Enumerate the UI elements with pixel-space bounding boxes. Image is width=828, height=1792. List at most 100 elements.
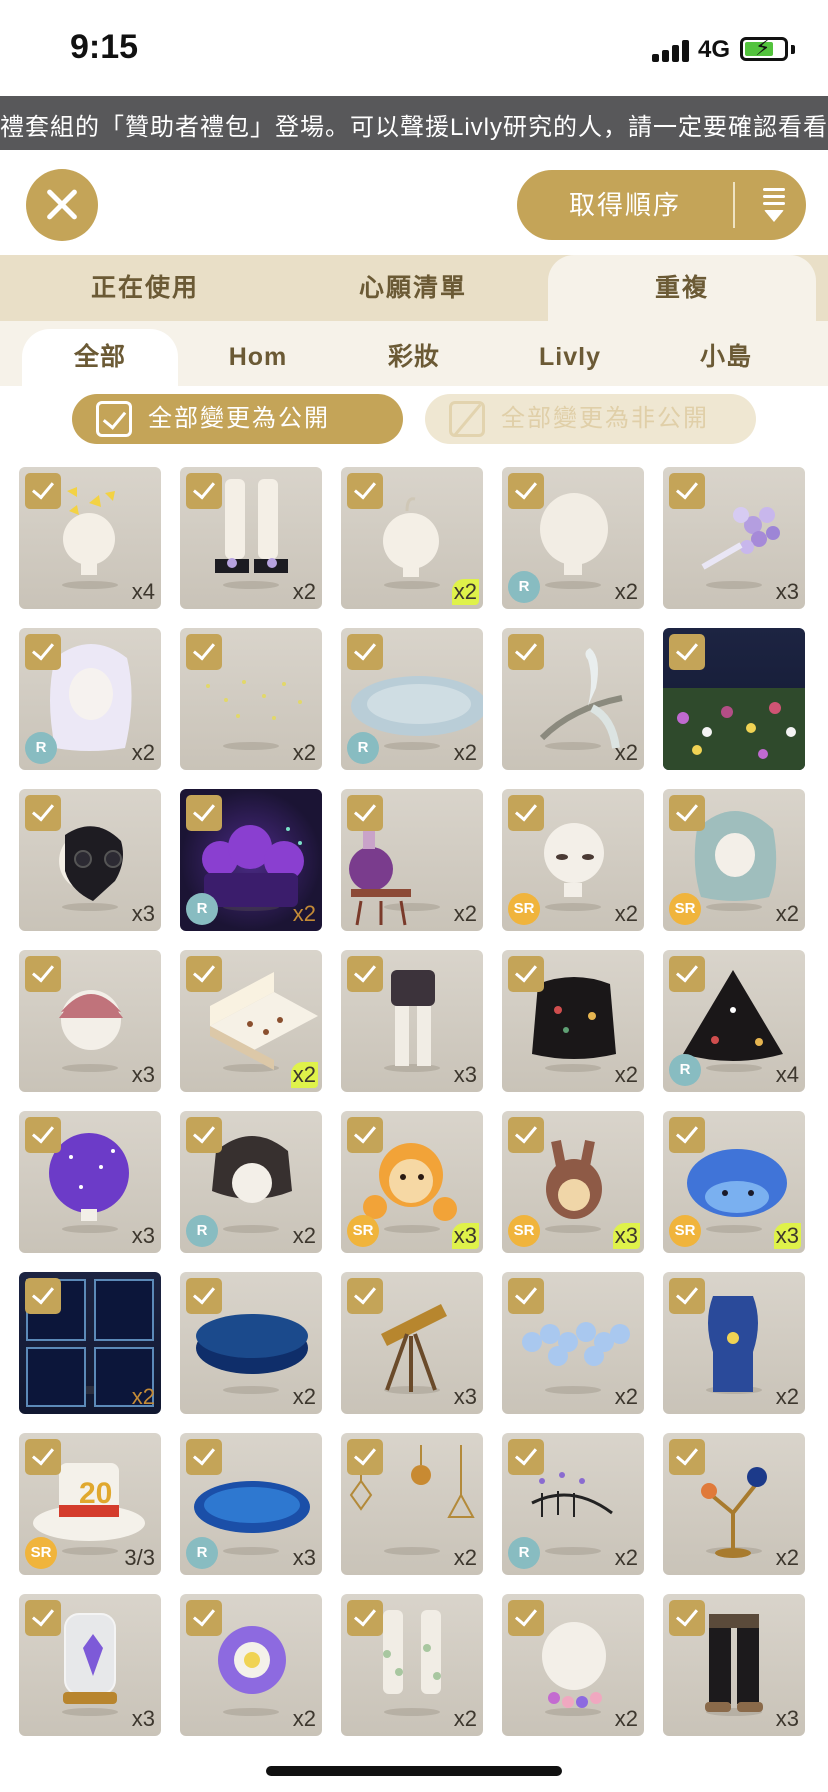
item-checkbox[interactable] (508, 473, 544, 509)
subtab-all[interactable]: 全部 (22, 329, 178, 386)
item-checkbox[interactable] (347, 795, 383, 831)
item-card-flower-collar[interactable]: x2 (502, 1594, 644, 1736)
item-card-navy-round-stage[interactable]: x2 (180, 1272, 322, 1414)
item-card-long-white-hair[interactable]: Rx2 (19, 628, 161, 770)
item-checkbox[interactable] (508, 1278, 544, 1314)
item-checkbox[interactable] (508, 956, 544, 992)
item-checkbox[interactable] (25, 795, 61, 831)
sort-order-button[interactable]: 取得順序 (517, 170, 733, 240)
item-card-blue-hedgehog-plush[interactable]: SR x3 (663, 1111, 805, 1253)
item-checkbox[interactable] (186, 1600, 222, 1636)
item-checkbox[interactable] (25, 473, 61, 509)
make-all-private-button[interactable]: 全部變更為非公開 (425, 394, 756, 444)
item-checkbox[interactable] (669, 956, 705, 992)
item-checkbox[interactable] (347, 1117, 383, 1153)
item-checkbox[interactable] (347, 634, 383, 670)
rarity-badge: SR (669, 893, 701, 925)
item-checkbox[interactable] (347, 473, 383, 509)
item-count: x2 (292, 579, 316, 604)
subtab-makeup[interactable]: 彩妝 (336, 329, 492, 386)
tab-in-use[interactable]: 正在使用 (20, 255, 270, 321)
item-checkbox[interactable] (669, 1278, 705, 1314)
item-card-bunny-hood-monkey[interactable]: SR x3 (502, 1111, 644, 1253)
item-checkbox[interactable] (25, 1278, 61, 1314)
item-count: x2 (453, 740, 477, 765)
tab-duplicates[interactable]: 重複 (548, 255, 816, 321)
item-card-blue-palm-lamp[interactable]: x2 (663, 1272, 805, 1414)
item-card-potion-table[interactable]: x2 (341, 789, 483, 931)
item-card-embroidered-black-blouse[interactable]: x2 (502, 950, 644, 1092)
item-card-white-hair[interactable]: Rx2 (502, 467, 644, 609)
item-card-brass-telescope[interactable]: x3 (341, 1272, 483, 1414)
item-card-purple-flower-hat[interactable]: x2 (180, 1594, 322, 1736)
item-count: 3/3 (124, 1545, 155, 1570)
item-card-glass-plate[interactable]: Rx2 (341, 628, 483, 770)
item-card-crystal-jar[interactable]: x3 (19, 1594, 161, 1736)
item-checkbox[interactable] (186, 1117, 222, 1153)
subtab-livly[interactable]: Livly (492, 329, 648, 386)
item-card-starry-window[interactable]: x2 (19, 1272, 161, 1414)
item-card-flower-field[interactable] (663, 628, 805, 770)
item-card-hanging-geometric-ornaments[interactable]: x2 (341, 1433, 483, 1575)
item-checkbox[interactable] (508, 1600, 544, 1636)
item-checkbox[interactable] (25, 1600, 61, 1636)
announcement-marquee[interactable]: 禮套組的「贊助者禮包」登場。可以聲援Livly研究的人，請一定要確認看看喔！ (0, 96, 828, 150)
item-card-plague-doctor-mask[interactable]: x3 (19, 789, 161, 931)
item-card-blue-mosaic-rug[interactable]: Rx3 (180, 1433, 322, 1575)
item-card-black-pants-boots[interactable]: x3 (663, 1594, 805, 1736)
item-checkbox[interactable] (186, 795, 222, 831)
item-card-chocolate-box[interactable]: x2 (180, 950, 322, 1092)
item-card-teal-long-hair[interactable]: SR x2 (663, 789, 805, 931)
item-card-white-peacock-branch[interactable]: x2 (502, 628, 644, 770)
make-all-public-button[interactable]: 全部變更為公開 (72, 394, 403, 444)
item-card-sleepy-eyes-face[interactable]: SR x2 (502, 789, 644, 931)
item-checkbox[interactable] (347, 1439, 383, 1475)
item-card-galaxy-afro-hair[interactable]: x3 (19, 1111, 161, 1253)
sort-control[interactable]: 取得順序 (517, 170, 806, 240)
item-card-vine-leg-warmers[interactable]: x2 (341, 1594, 483, 1736)
item-card-music-note-garland[interactable]: Rx2 (502, 1433, 644, 1575)
item-checkbox[interactable] (508, 795, 544, 831)
rarity-badge: R (508, 1537, 540, 1569)
item-checkbox[interactable] (669, 634, 705, 670)
item-card-dark-shorts-tights[interactable]: x3 (341, 950, 483, 1092)
item-checkbox[interactable] (186, 1439, 222, 1475)
item-card-pink-short-hair[interactable]: x3 (19, 950, 161, 1092)
item-checkbox[interactable] (186, 1278, 222, 1314)
item-checkbox[interactable] (669, 795, 705, 831)
item-card-pale-head-item[interactable]: x2 (341, 467, 483, 609)
item-checkbox[interactable] (186, 634, 222, 670)
item-checkbox[interactable] (25, 1439, 61, 1475)
item-checkbox[interactable] (347, 1278, 383, 1314)
item-card-planet-stand[interactable]: x2 (663, 1433, 805, 1575)
item-card-butterfly-hair-accessory[interactable]: x4 (19, 467, 161, 609)
item-checkbox[interactable] (508, 1117, 544, 1153)
item-checkbox[interactable] (508, 1439, 544, 1475)
item-checkbox[interactable] (347, 956, 383, 992)
item-checkbox[interactable] (25, 956, 61, 992)
item-checkbox[interactable] (669, 1600, 705, 1636)
item-checkbox[interactable] (508, 634, 544, 670)
item-checkbox[interactable] (347, 1600, 383, 1636)
item-checkbox[interactable] (186, 473, 222, 509)
item-card-black-bob-hair[interactable]: Rx2 (180, 1111, 322, 1253)
item-card-embroidered-black-cape[interactable]: Rx4 (663, 950, 805, 1092)
item-checkbox[interactable] (669, 1439, 705, 1475)
item-card-white-tights-black-shoes[interactable]: x2 (180, 467, 322, 609)
subtab-hom[interactable]: Hom (180, 329, 336, 386)
item-checkbox[interactable] (669, 473, 705, 509)
item-card-orange-plush-monkey[interactable]: SR x3 (341, 1111, 483, 1253)
item-card-purple-night-forest[interactable]: Rx2 (180, 789, 322, 931)
tab-wishlist[interactable]: 心願清單 (288, 255, 538, 321)
subtab-island[interactable]: 小島 (648, 329, 804, 386)
item-card-lavender-bouquet[interactable]: x3 (663, 467, 805, 609)
item-card-fireflies[interactable]: x2 (180, 628, 322, 770)
item-card-anniversary-top-hat[interactable]: 20 SR 3/3 (19, 1433, 161, 1575)
item-checkbox[interactable] (186, 956, 222, 992)
item-checkbox[interactable] (25, 634, 61, 670)
item-checkbox[interactable] (25, 1117, 61, 1153)
sort-menu-icon[interactable] (743, 170, 803, 240)
item-card-blue-hydrangea-garland[interactable]: x2 (502, 1272, 644, 1414)
item-checkbox[interactable] (669, 1117, 705, 1153)
close-button[interactable] (26, 169, 98, 241)
